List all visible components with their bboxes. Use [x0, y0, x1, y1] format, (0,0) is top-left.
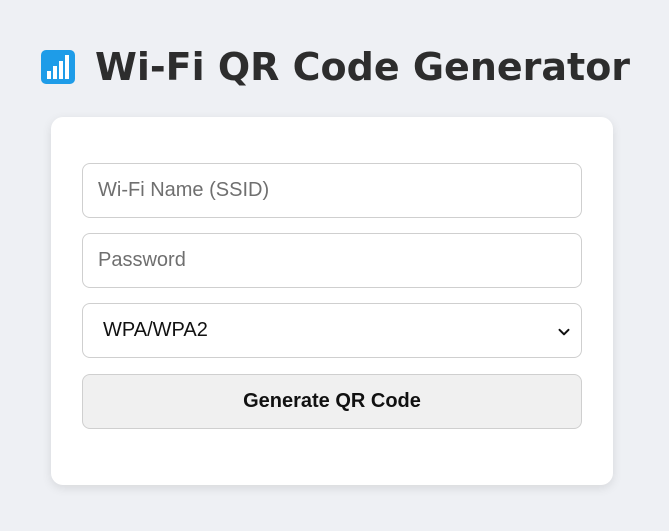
chevron-down-icon — [558, 325, 570, 337]
generate-qr-button[interactable]: Generate QR Code — [82, 374, 582, 429]
form-card: WPA/WPA2 Generate QR Code — [51, 117, 613, 485]
ssid-input[interactable] — [82, 163, 582, 218]
signal-bars-icon — [40, 50, 75, 84]
page-header: Wi-Fi QR Code Generator — [0, 40, 669, 94]
security-type-value: WPA/WPA2 — [103, 319, 208, 341]
password-input[interactable] — [82, 233, 582, 288]
page: Wi-Fi QR Code Generator WPA/WPA2 Generat… — [0, 0, 669, 531]
security-type-select[interactable]: WPA/WPA2 — [82, 303, 582, 358]
page-title: Wi-Fi QR Code Generator — [94, 45, 631, 89]
